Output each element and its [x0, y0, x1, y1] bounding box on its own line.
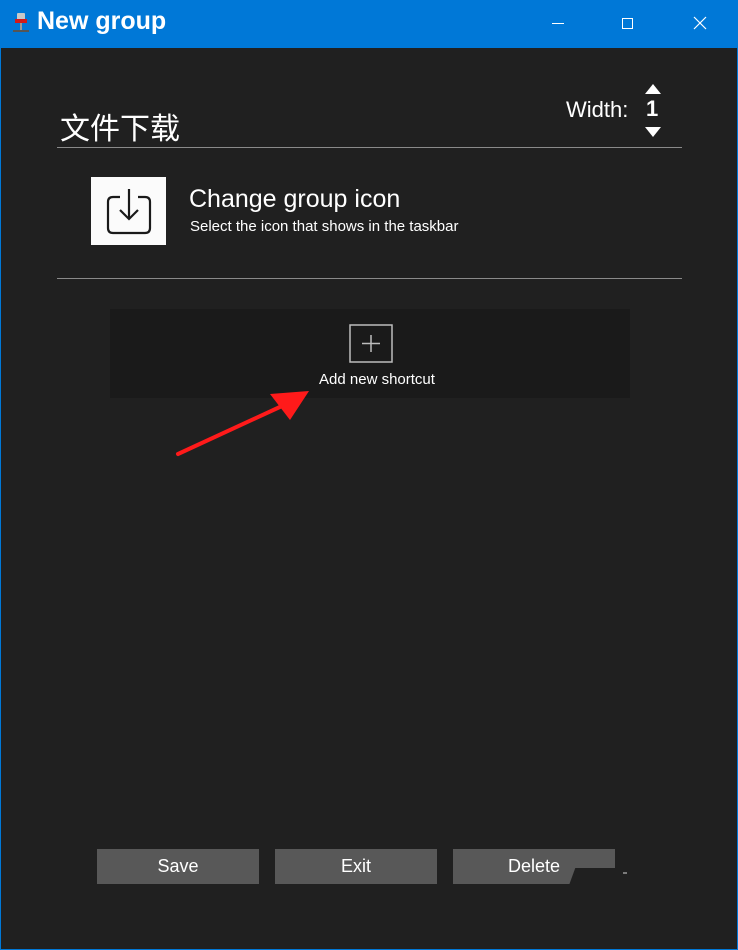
close-button[interactable] [677, 0, 723, 47]
close-icon [693, 16, 707, 30]
header-divider [57, 147, 682, 148]
plus-icon[interactable] [349, 324, 393, 363]
group-name-field[interactable]: 文件下载 [60, 104, 180, 148]
pin-icon [13, 13, 29, 32]
minimize-icon [552, 23, 564, 24]
screenshot-crop-artifact [568, 868, 622, 886]
width-increase-icon[interactable] [645, 84, 661, 94]
title-bar[interactable]: New group [0, 0, 738, 47]
minimize-button[interactable] [535, 0, 581, 47]
width-label: Width: [566, 97, 629, 122]
exit-button[interactable]: Exit [275, 849, 437, 884]
maximize-button[interactable] [604, 0, 650, 47]
download-tray-icon [106, 189, 152, 235]
app-window: New group 文件下载 Width: 1 Change group ico… [0, 0, 738, 950]
change-group-icon-title[interactable]: Change group icon [189, 185, 400, 214]
red-arrow-annotation [176, 391, 309, 456]
window-title: New group [37, 7, 167, 35]
maximize-icon [622, 18, 633, 29]
width-decrease-icon[interactable] [645, 127, 661, 137]
crop-dot [623, 872, 627, 874]
save-button[interactable]: Save [97, 849, 259, 884]
add-shortcut-label[interactable]: Add new shortcut [0, 371, 738, 388]
section-divider [57, 278, 682, 279]
width-value[interactable]: 1 [646, 96, 658, 122]
group-icon-button[interactable] [91, 177, 166, 245]
change-group-icon-subtitle: Select the icon that shows in the taskba… [190, 218, 459, 235]
